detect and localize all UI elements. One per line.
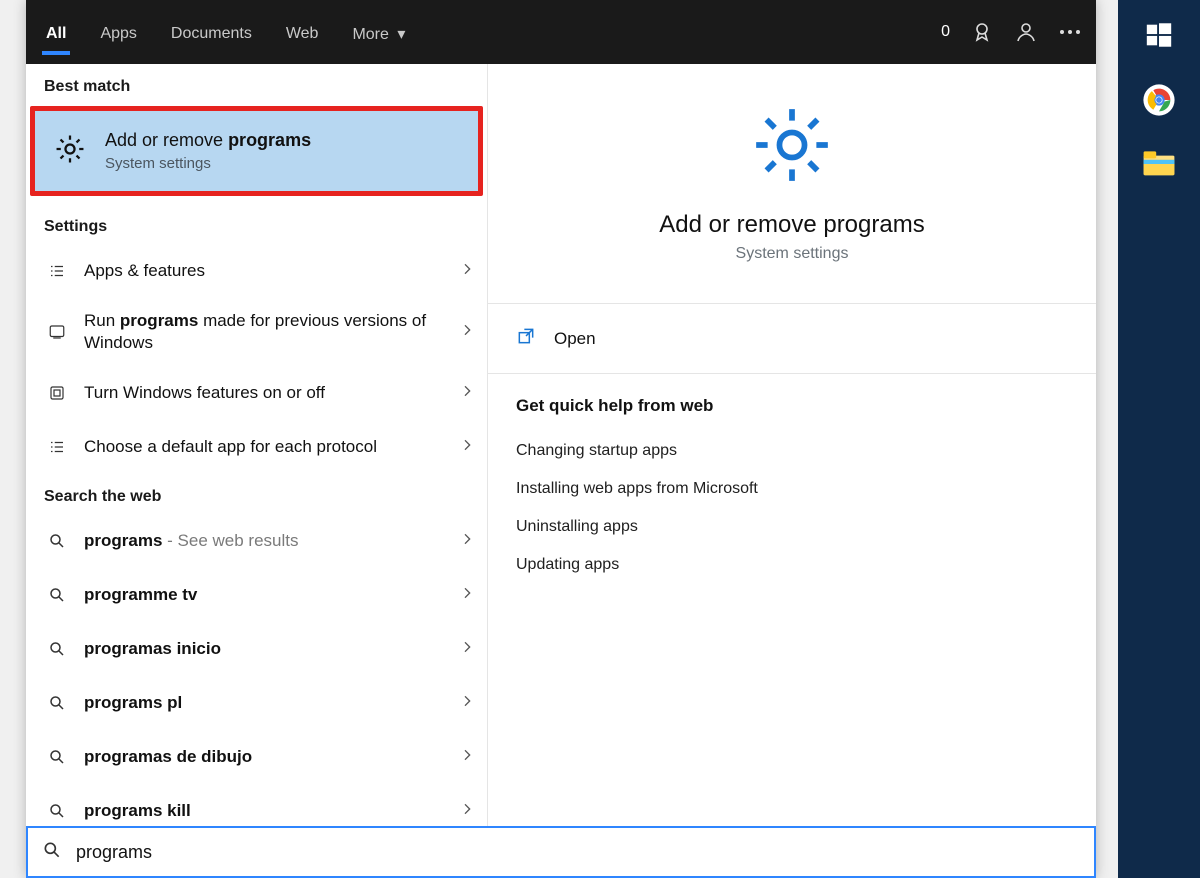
taskbar [1118,0,1200,878]
search-icon [44,586,70,604]
search-icon [44,802,70,820]
section-search-web: Search the web [26,474,487,514]
web-result[interactable]: programas de dibujo [26,730,487,784]
results-pane: Best match Add or remove programs System… [26,64,488,878]
chevron-right-icon [459,261,475,282]
settings-result-apps-features[interactable]: Apps & features [26,244,487,298]
section-best-match: Best match [26,64,487,104]
more-options-icon[interactable] [1058,20,1082,44]
search-header: All Apps Documents Web More ▾ 0 [26,0,1096,64]
chevron-right-icon [459,801,475,822]
search-input[interactable] [76,842,1080,863]
search-icon [42,840,62,865]
preview-pane: Add or remove programs System settings O… [488,64,1096,878]
chevron-right-icon [459,639,475,660]
best-match-result[interactable]: Add or remove programs System settings [30,106,483,196]
settings-result-run-programs-compat[interactable]: Run programs made for previous versions … [26,298,487,366]
open-icon [516,326,536,351]
settings-result-windows-features[interactable]: Turn Windows features on or off [26,366,487,420]
features-icon [44,384,70,402]
tab-more-label: More [352,26,388,43]
rewards-medal-icon[interactable] [970,20,994,44]
search-icon [44,532,70,550]
web-result[interactable]: programs pl [26,676,487,730]
gear-icon [53,132,87,171]
best-match-subtitle: System settings [105,155,311,172]
chevron-right-icon [459,747,475,768]
tab-documents[interactable]: Documents [165,5,258,59]
section-settings: Settings [26,204,487,244]
help-section-title: Get quick help from web [516,396,1068,416]
search-panel: All Apps Documents Web More ▾ 0 [26,0,1096,878]
chevron-down-icon: ▾ [397,24,405,44]
list-icon [44,438,70,456]
web-result[interactable]: programs - See web results [26,514,487,568]
open-action[interactable]: Open [488,304,1096,373]
account-icon[interactable] [1014,20,1038,44]
gear-icon [749,102,835,193]
help-link[interactable]: Updating apps [516,546,1068,584]
preview-subtitle: System settings [736,245,849,263]
compat-icon [44,323,70,341]
preview-title: Add or remove programs [659,211,924,239]
rewards-count: 0 [941,23,950,41]
settings-result-default-protocol[interactable]: Choose a default app for each protocol [26,420,487,474]
chevron-right-icon [459,585,475,606]
chevron-right-icon [459,383,475,404]
search-icon [44,694,70,712]
chevron-right-icon [459,531,475,552]
chrome-icon[interactable] [1142,83,1176,122]
search-scope-tabs: All Apps Documents Web More ▾ [40,4,941,60]
web-result[interactable]: programas inicio [26,622,487,676]
open-label: Open [554,329,596,349]
tab-web[interactable]: Web [280,5,325,59]
chevron-right-icon [459,322,475,343]
list-icon [44,262,70,280]
tab-apps[interactable]: Apps [94,5,142,59]
search-icon [44,640,70,658]
help-link[interactable]: Uninstalling apps [516,508,1068,546]
file-explorer-icon[interactable] [1142,150,1176,183]
best-match-title: Add or remove programs [105,130,311,151]
search-icon [44,748,70,766]
tab-more[interactable]: More ▾ [346,4,411,60]
search-bar[interactable] [26,826,1096,878]
chevron-right-icon [459,693,475,714]
tab-all[interactable]: All [40,5,72,59]
windows-start-icon[interactable] [1144,20,1174,55]
chevron-right-icon [459,437,475,458]
help-link[interactable]: Changing startup apps [516,432,1068,470]
web-result[interactable]: programme tv [26,568,487,622]
help-link[interactable]: Installing web apps from Microsoft [516,470,1068,508]
